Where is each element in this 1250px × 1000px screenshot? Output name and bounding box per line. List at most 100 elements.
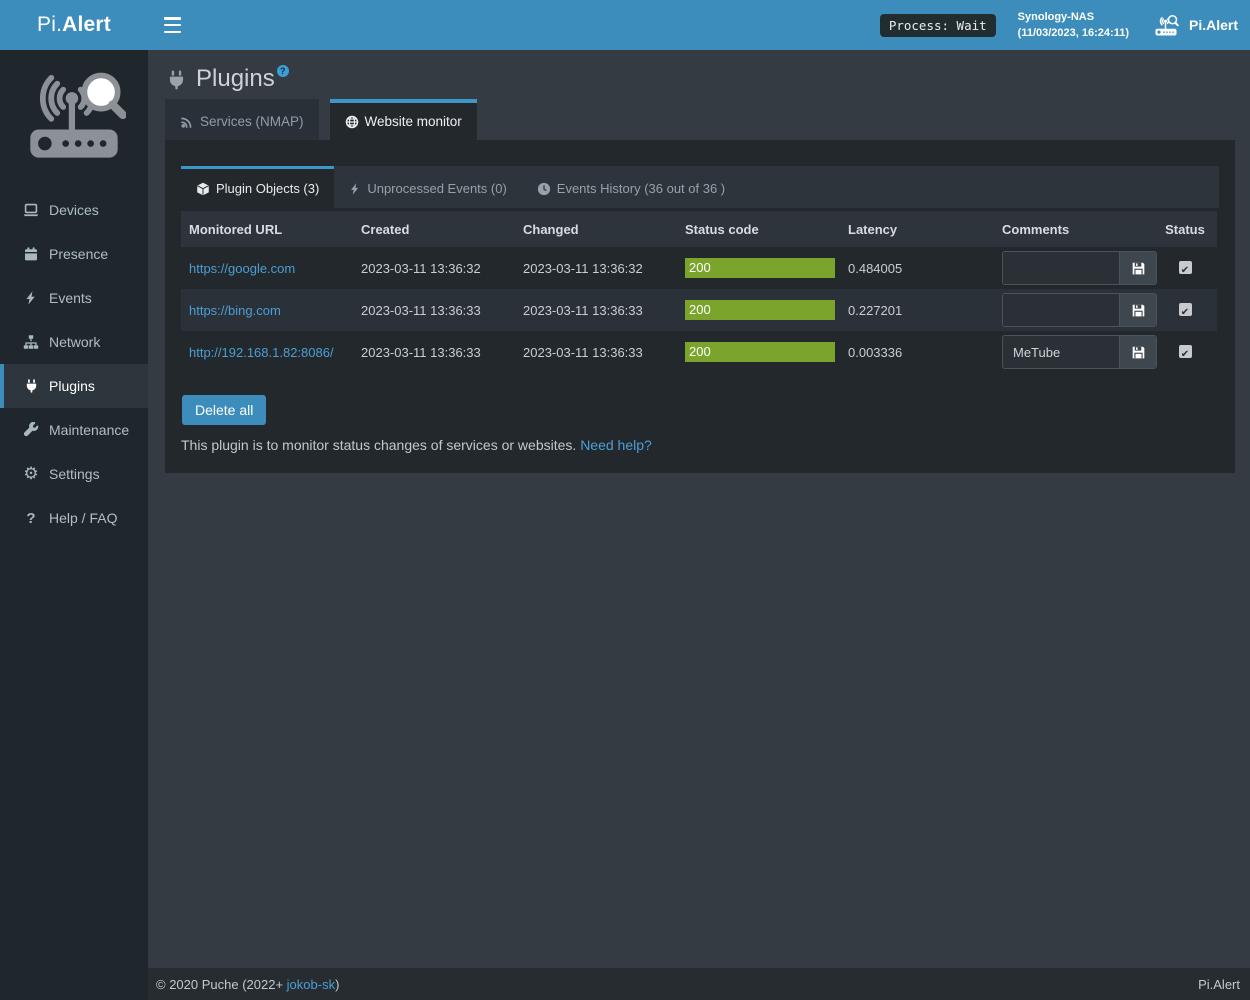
cube-icon bbox=[196, 182, 210, 196]
globe-icon bbox=[345, 115, 359, 129]
sidebar-item-label: Events bbox=[49, 290, 92, 306]
brand-bold: Alert bbox=[62, 13, 111, 37]
status-code-badge: 200 bbox=[685, 342, 835, 362]
latency-cell: 0.484005 bbox=[840, 247, 994, 289]
latency-cell: 0.003336 bbox=[840, 331, 994, 373]
calendar-icon bbox=[21, 246, 41, 262]
table-row: http://192.168.1.82:8086/ 2023-03-11 13:… bbox=[181, 331, 1217, 373]
table-row: https://bing.com 2023-03-11 13:36:33 202… bbox=[181, 289, 1217, 331]
sidebar: Devices Presence Events Network Plugins bbox=[0, 50, 148, 1000]
footer-app-name: Pi.Alert bbox=[1198, 977, 1240, 992]
tab-label: Plugin Objects (3) bbox=[216, 181, 319, 196]
sidebar-item-help-faq[interactable]: ? Help / FAQ bbox=[0, 496, 148, 540]
monitored-url-link[interactable]: http://192.168.1.82:8086/ bbox=[189, 345, 334, 360]
sidebar-item-maintenance[interactable]: Maintenance bbox=[0, 408, 148, 452]
navbar-app-name: Pi.Alert bbox=[1189, 17, 1238, 33]
plugin-table-body: https://google.com 2023-03-11 13:36:32 2… bbox=[181, 247, 1217, 373]
help-badge[interactable]: ? bbox=[277, 65, 289, 77]
monitored-url-link[interactable]: https://google.com bbox=[189, 261, 295, 276]
delete-all-button[interactable]: Delete all bbox=[182, 395, 266, 425]
monitored-url-link[interactable]: https://bing.com bbox=[189, 303, 281, 318]
pialert-logo bbox=[22, 64, 126, 168]
navbar-app[interactable]: Pi.Alert bbox=[1151, 13, 1238, 38]
created-cell: 2023-03-11 13:36:33 bbox=[353, 289, 515, 331]
tab-website-monitor[interactable]: Website monitor bbox=[330, 99, 477, 140]
jokob-sk-link[interactable]: jokob-sk bbox=[287, 977, 335, 992]
plug-icon bbox=[21, 378, 41, 394]
sitemap-icon bbox=[21, 334, 41, 350]
sidebar-item-events[interactable]: Events bbox=[0, 276, 148, 320]
bolt-icon bbox=[21, 290, 41, 306]
sidebar-item-label: Settings bbox=[49, 466, 100, 482]
panel-tabs: Plugin Objects (3) Unprocessed Events (0… bbox=[181, 166, 1219, 208]
save-icon bbox=[1131, 345, 1146, 360]
tab-label: Website monitor bbox=[365, 114, 462, 129]
col-status-code: Status code bbox=[677, 211, 840, 247]
pialert-mini-logo-icon bbox=[1151, 13, 1181, 38]
sidebar-item-settings[interactable]: ⚙ Settings bbox=[0, 452, 148, 496]
sidebar-item-label: Presence bbox=[49, 246, 108, 262]
save-icon bbox=[1131, 303, 1146, 318]
changed-cell: 2023-03-11 13:36:33 bbox=[515, 331, 677, 373]
gear-icon: ⚙ bbox=[21, 466, 41, 483]
save-comment-button[interactable] bbox=[1119, 336, 1156, 368]
status-checkbox[interactable]: ✔ bbox=[1179, 303, 1192, 316]
sidebar-item-network[interactable]: Network bbox=[0, 320, 148, 364]
sidebar-item-label: Network bbox=[49, 334, 100, 350]
plugin-objects-table: Monitored URL Created Changed Status cod… bbox=[181, 211, 1217, 373]
content-wrapper: Plugins ? Services (NMAP) Website monito… bbox=[148, 50, 1250, 968]
website-monitor-panel: Plugin Objects (3) Unprocessed Events (0… bbox=[165, 140, 1235, 473]
comment-input[interactable] bbox=[1003, 252, 1119, 284]
save-comment-button[interactable] bbox=[1119, 294, 1156, 326]
created-cell: 2023-03-11 13:36:32 bbox=[353, 247, 515, 289]
sidebar-item-devices[interactable]: Devices bbox=[0, 188, 148, 232]
plug-icon bbox=[166, 69, 187, 91]
status-code-badge: 200 bbox=[685, 258, 835, 278]
plugin-hint: This plugin is to monitor status changes… bbox=[181, 437, 1219, 453]
wrench-icon bbox=[21, 422, 41, 438]
sidebar-item-plugins[interactable]: Plugins bbox=[0, 364, 148, 408]
sidebar-toggle-icon[interactable] bbox=[164, 17, 186, 33]
brand-logo[interactable]: Pi.Alert bbox=[0, 0, 148, 50]
host-name: Synology-NAS bbox=[1018, 9, 1129, 26]
tab-plugin-objects[interactable]: Plugin Objects (3) bbox=[181, 166, 334, 208]
page-header: Plugins ? bbox=[148, 50, 1250, 99]
table-row: https://google.com 2023-03-11 13:36:32 2… bbox=[181, 247, 1217, 289]
comment-input[interactable] bbox=[1003, 294, 1119, 326]
footer: © 2020 Puche (2022+ jokob-sk) Pi.Alert bbox=[148, 968, 1250, 1000]
page-title: Plugins bbox=[196, 66, 275, 92]
host-info: Synology-NAS (11/03/2023, 16:24:11) bbox=[1018, 9, 1129, 42]
col-status: Status bbox=[1153, 211, 1217, 247]
copyright-close: ) bbox=[335, 977, 339, 992]
changed-cell: 2023-03-11 13:36:32 bbox=[515, 247, 677, 289]
tab-label: Events History (36 out of 36 ) bbox=[557, 181, 725, 196]
comment-input[interactable] bbox=[1003, 336, 1119, 368]
tab-events-history[interactable]: Events History (36 out of 36 ) bbox=[522, 166, 740, 208]
status-code-badge: 200 bbox=[685, 300, 835, 320]
latency-cell: 0.227201 bbox=[840, 289, 994, 331]
sidebar-item-label: Maintenance bbox=[49, 422, 129, 438]
status-checkbox[interactable]: ✔ bbox=[1179, 345, 1192, 358]
footer-copyright: © 2020 Puche (2022+ jokob-sk) bbox=[156, 977, 339, 992]
sidebar-menu: Devices Presence Events Network Plugins bbox=[0, 188, 148, 540]
laptop-icon bbox=[21, 202, 41, 218]
col-comments: Comments bbox=[994, 211, 1153, 247]
col-created: Created bbox=[353, 211, 515, 247]
col-latency: Latency bbox=[840, 211, 994, 247]
need-help-link[interactable]: Need help? bbox=[580, 437, 652, 453]
tab-services-nmap[interactable]: Services (NMAP) bbox=[165, 99, 319, 140]
comment-input-group bbox=[1002, 251, 1157, 285]
table-header-row: Monitored URL Created Changed Status cod… bbox=[181, 211, 1217, 247]
changed-cell: 2023-03-11 13:36:33 bbox=[515, 289, 677, 331]
signal-icon bbox=[180, 115, 194, 129]
sidebar-item-label: Devices bbox=[49, 202, 99, 218]
col-changed: Changed bbox=[515, 211, 677, 247]
comment-input-group bbox=[1002, 335, 1157, 369]
clock-icon bbox=[537, 182, 551, 196]
question-icon: ? bbox=[21, 510, 41, 527]
tab-label: Unprocessed Events (0) bbox=[367, 181, 506, 196]
sidebar-item-presence[interactable]: Presence bbox=[0, 232, 148, 276]
status-checkbox[interactable]: ✔ bbox=[1179, 261, 1192, 274]
tab-unprocessed-events[interactable]: Unprocessed Events (0) bbox=[334, 166, 521, 208]
save-comment-button[interactable] bbox=[1119, 252, 1156, 284]
